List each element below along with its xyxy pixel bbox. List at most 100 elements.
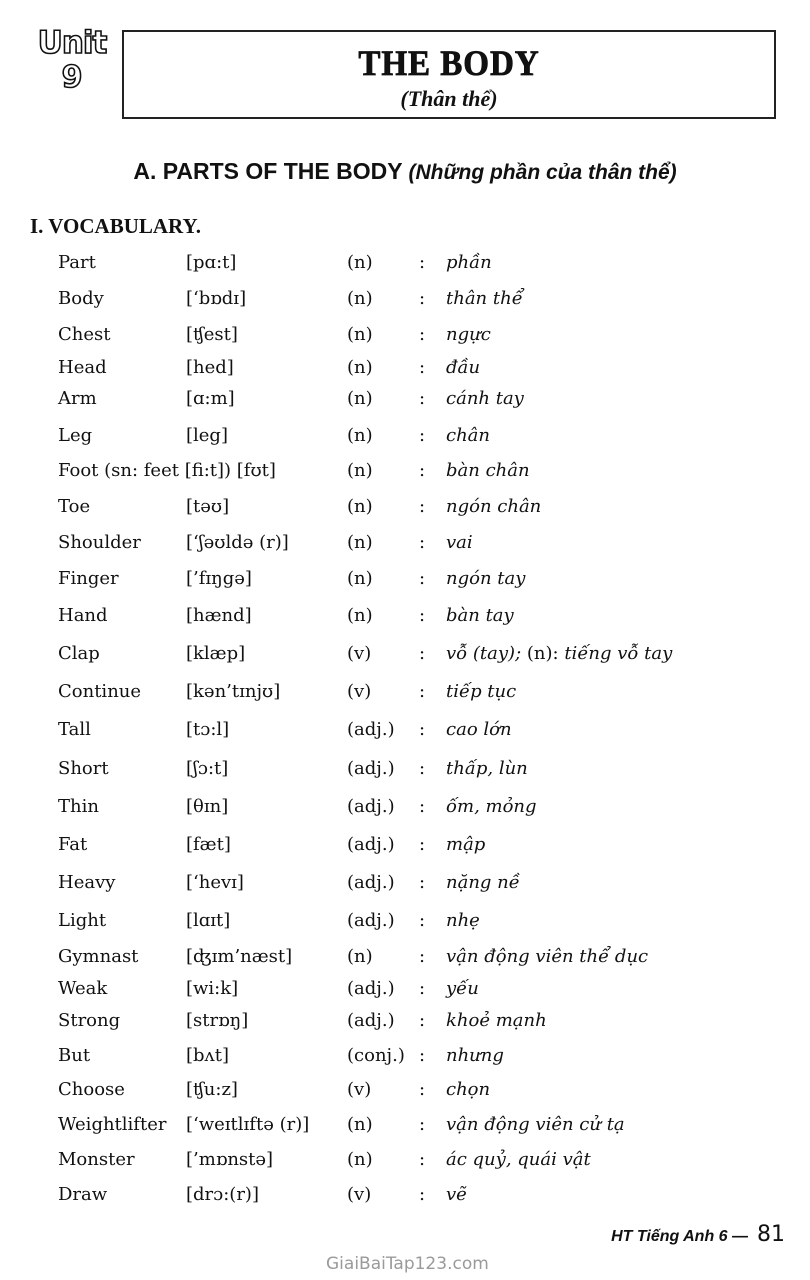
vocab-meaning-text: bàn chân [446, 460, 530, 481]
vocab-meaning-text: thấp, lùn [446, 758, 528, 779]
vocab-meaning-text: cánh tay [446, 388, 524, 409]
vocab-meaning: nhưng [446, 1041, 504, 1071]
vocab-row: Heavy [‘hevɪ] (adj.): nặng nề [58, 868, 778, 898]
vocab-meaning-text: phần [446, 252, 492, 273]
vocab-separator: : [419, 758, 426, 779]
vocab-separator: : [419, 252, 426, 273]
vocab-word: Finger [58, 568, 119, 589]
unit-number: 9 [61, 60, 83, 95]
vocab-part-of-speech: (v) [347, 1079, 372, 1100]
vocab-pronunciation: [’fɪŋgə] [186, 568, 252, 589]
vocab-meaning-text: khoẻ mạnh [446, 1010, 547, 1031]
vocab-pronunciation: [wi:k] [186, 978, 239, 999]
vocab-meaning: ác quỷ, quái vật [446, 1145, 591, 1175]
vocab-meaning: yếu [446, 974, 479, 1004]
vocab-separator: : [419, 357, 426, 378]
vocab-meaning-text: vỗ (tay); [446, 643, 522, 664]
page-subtitle: (Thân thể) [400, 86, 498, 111]
vocab-word: Strong [58, 1010, 121, 1031]
vocab-pronunciation: [kən’tɪnjʊ] [186, 681, 281, 702]
vocab-pronunciation: [pɑ:t] [186, 252, 237, 273]
vocab-word: Fat [58, 834, 88, 855]
vocab-separator: : [419, 568, 426, 589]
page-title: THE BODY [358, 43, 540, 84]
vocab-row: Hand [hænd] (n): bàn tay [58, 601, 778, 631]
watermark: GiaiBaiTap123.com [326, 1254, 489, 1274]
vocab-word: Head [58, 357, 107, 378]
vocab-pronunciation: [hed] [186, 357, 234, 378]
subsection-heading: I. VOCABULARY. [30, 214, 201, 238]
vocab-pronunciation: [strɒŋ] [186, 1010, 249, 1031]
vocab-pronunciation: [ʧest] [186, 324, 238, 345]
vocab-row: But [bʌt] (conj.): nhưng [58, 1041, 778, 1071]
vocab-separator: : [419, 288, 426, 309]
vocab-separator: : [419, 605, 426, 626]
vocab-pronunciation: [ʤɪm’næst] [186, 946, 293, 967]
vocab-row: Arm [ɑ:m] (n): cánh tay [58, 384, 778, 414]
vocab-meaning: ngón chân [446, 492, 541, 522]
vocab-row: Light [lɑɪt] (adj.): nhẹ [58, 906, 778, 936]
vocab-meaning: vận động viên thể dục [446, 942, 648, 972]
vocab-row: Tall [tɔ:l] (adj.): cao lớn [58, 715, 778, 745]
section-heading: A. PARTS OF THE BODY (Những phần của thâ… [0, 158, 810, 185]
vocab-row: Choose [ʧu:z] (v): chọn [58, 1075, 778, 1105]
vocab-pronunciation: [lɑɪt] [186, 910, 231, 931]
vocab-part-of-speech: (v) [347, 643, 372, 664]
vocab-row: Leg [leg] (n): chân [58, 421, 778, 451]
vocab-word: Weightlifter [58, 1114, 167, 1135]
section-heading-en: A. PARTS OF THE BODY [133, 158, 403, 184]
vocab-meaning-text: ác quỷ, quái vật [446, 1149, 591, 1170]
vocab-pronunciation: [hænd] [186, 605, 252, 626]
vocab-part-of-speech: (adj.) [347, 978, 395, 999]
vocab-pronunciation: [təʊ] [186, 496, 230, 517]
vocab-word: Weak [58, 978, 108, 999]
vocab-part-of-speech: (adj.) [347, 796, 395, 817]
vocab-meaning: chân [446, 421, 490, 451]
vocab-row: Shoulder [‘ʃəʊldə (r)] (n): vai [58, 528, 778, 558]
vocab-word: Light [58, 910, 107, 931]
vocab-word: Shoulder [58, 532, 141, 553]
page-number: 81 [757, 1222, 785, 1247]
vocab-part-of-speech: (v) [347, 681, 372, 702]
vocab-part-of-speech: (n) [347, 1149, 373, 1170]
vocab-part-of-speech: (n) [347, 460, 373, 481]
vocab-separator: : [419, 1114, 426, 1135]
vocab-meaning: vẽ [446, 1180, 467, 1210]
vocab-word: Toe [58, 496, 91, 517]
vocab-part-of-speech: (adj.) [347, 719, 395, 740]
vocab-part-of-speech: (n) [347, 252, 373, 273]
vocab-meaning-pos: (n): [526, 643, 559, 664]
section-heading-vi: (Những phần của thân thể) [408, 161, 677, 184]
vocab-row: Fat [fæt] (adj.): mập [58, 830, 778, 860]
vocab-meaning-text: ốm, mỏng [446, 796, 537, 817]
vocab-row: Short [ʃɔ:t] (adj.): thấp, lùn [58, 754, 778, 784]
vocab-word: But [58, 1045, 91, 1066]
vocab-meaning: tiếp tục [446, 677, 516, 707]
title-box: THE BODY (Thân thể) [122, 30, 776, 119]
vocab-meaning: thân thể [446, 284, 523, 314]
vocab-meaning: đầu [446, 353, 480, 383]
vocab-part-of-speech: (n) [347, 496, 373, 517]
vocab-meaning: ốm, mỏng [446, 792, 537, 822]
vocab-pronunciation: [bʌt] [186, 1045, 229, 1066]
vocab-meaning-text: thân thể [446, 288, 523, 309]
vocab-part-of-speech: (n) [347, 324, 373, 345]
vocab-meaning-text: vai [446, 532, 473, 553]
vocab-row: Head [hed] (n): đầu [58, 353, 778, 383]
vocab-meaning: ngón tay [446, 564, 525, 594]
vocab-meaning: phần [446, 248, 492, 278]
vocab-word: Hand [58, 605, 108, 626]
vocab-meaning-text: bàn tay [446, 605, 514, 626]
vocab-meaning-text: đầu [446, 357, 481, 378]
vocab-word: Foot (sn: feet [fi:t]) [fʊt] [58, 460, 276, 481]
vocab-meaning: bàn tay [446, 601, 514, 631]
vocab-meaning: chọn [446, 1075, 490, 1105]
vocab-pronunciation: [θɪn] [186, 796, 229, 817]
vocab-word: Short [58, 758, 109, 779]
vocab-meaning-text: ngực [446, 324, 491, 345]
vocab-meaning-text: cao lớn [446, 719, 512, 740]
vocab-separator: : [419, 1010, 426, 1031]
vocab-meaning: vận động viên cử tạ [446, 1110, 625, 1140]
vocab-word: Arm [58, 388, 97, 409]
vocab-pronunciation: [tɔ:l] [186, 719, 230, 740]
